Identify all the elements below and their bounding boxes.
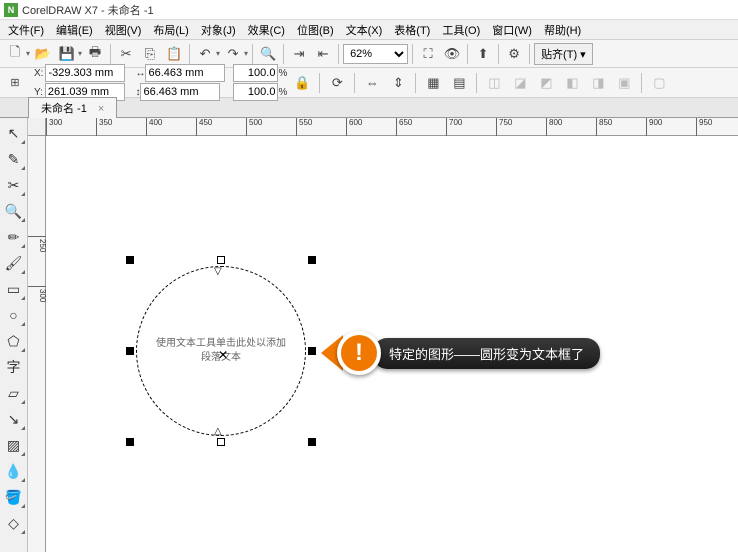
effects-tool[interactable]: ▨ bbox=[2, 433, 26, 457]
menu-view[interactable]: 视图(V) bbox=[99, 20, 148, 40]
undo-button[interactable]: ↶ bbox=[194, 43, 216, 65]
menu-layout[interactable]: 布局(L) bbox=[147, 20, 194, 40]
toolbar-property: ⊞ X: Y: ↔ ↕ % % 🔒 ⟳ ⇔ ⇕ ▦ ▤ ◫ ◪ ◩ ◧ ◨ ▣ … bbox=[0, 68, 738, 98]
center-marker-icon: ✕ bbox=[218, 348, 228, 362]
ruler-vertical[interactable]: 250 300 bbox=[28, 136, 46, 552]
rotate-button[interactable]: ⟳ bbox=[326, 72, 348, 94]
zoom-tool[interactable]: 🔍 bbox=[2, 199, 26, 223]
redo-button[interactable]: ↷ bbox=[222, 43, 244, 65]
publish-button[interactable]: ⬆ bbox=[472, 43, 494, 65]
handle-bc[interactable] bbox=[217, 438, 225, 446]
weld-button[interactable]: ◫ bbox=[483, 72, 505, 94]
ruler-origin[interactable] bbox=[28, 118, 46, 136]
paste-button[interactable]: 📋 bbox=[163, 43, 185, 65]
new-button[interactable]: 🗋 bbox=[4, 43, 26, 65]
copy-button[interactable]: ⎘ bbox=[139, 43, 161, 65]
handle-tl[interactable] bbox=[126, 256, 134, 264]
menu-window[interactable]: 窗口(W) bbox=[486, 20, 538, 40]
parallel-tool[interactable]: ▱ bbox=[2, 381, 26, 405]
handle-tc[interactable] bbox=[217, 256, 225, 264]
lock-ratio-button[interactable]: 🔒 bbox=[291, 72, 313, 94]
menu-file[interactable]: 文件(F) bbox=[2, 20, 50, 40]
text-tool[interactable]: 字 bbox=[2, 355, 26, 379]
crop-tool[interactable]: ✂ bbox=[2, 173, 26, 197]
handle-tr[interactable] bbox=[308, 256, 316, 264]
ruler-horizontal[interactable]: 300 350 400 450 500 550 600 650 700 750 … bbox=[46, 118, 738, 136]
rotate-bottom-icon[interactable]: △ bbox=[214, 426, 222, 437]
order-button[interactable]: ▤ bbox=[448, 72, 470, 94]
rectangle-tool[interactable]: ▭ bbox=[2, 277, 26, 301]
simplify-button[interactable]: ◧ bbox=[561, 72, 583, 94]
workspace: ↖ ✎ ✂ 🔍 ✏ 🖌 ▭ ○ ⬠ 字 ▱ ↘ ▨ 💧 🪣 ◇ 300 350 … bbox=[0, 118, 738, 552]
import-button[interactable]: ⇥ bbox=[288, 43, 310, 65]
page[interactable]: 使用文本工具单击此处以添加 段落文本 ▽ △ ✕ ! 特定的图形—— bbox=[46, 136, 738, 552]
width-input[interactable] bbox=[145, 64, 225, 82]
intersect-button[interactable]: ◩ bbox=[535, 72, 557, 94]
freehand-tool[interactable]: ✏ bbox=[2, 225, 26, 249]
scale-x-input[interactable] bbox=[233, 64, 278, 82]
trim-button[interactable]: ◪ bbox=[509, 72, 531, 94]
outline-tool[interactable]: ◇ bbox=[2, 511, 26, 535]
title-bar: N CorelDRAW X7 - 未命名 -1 bbox=[0, 0, 738, 20]
menu-edit[interactable]: 编辑(E) bbox=[50, 20, 99, 40]
handle-mr[interactable] bbox=[308, 347, 316, 355]
menu-bar: 文件(F) 编辑(E) 视图(V) 布局(L) 对象(J) 效果(C) 位图(B… bbox=[0, 20, 738, 40]
scale-y-input[interactable] bbox=[233, 83, 278, 101]
ellipse-tool[interactable]: ○ bbox=[2, 303, 26, 327]
preview-button[interactable]: 👁 bbox=[441, 43, 463, 65]
close-tab-icon[interactable]: × bbox=[98, 103, 104, 115]
pick-tool[interactable]: ↖ bbox=[2, 121, 26, 145]
mirror-v-button[interactable]: ⇕ bbox=[387, 72, 409, 94]
save-button[interactable]: 💾 bbox=[56, 43, 78, 65]
boundary-button[interactable]: ▢ bbox=[648, 72, 670, 94]
grid-icon[interactable]: ⊞ bbox=[4, 72, 26, 94]
handle-ml[interactable] bbox=[126, 347, 134, 355]
search-button[interactable]: 🔍 bbox=[257, 43, 279, 65]
connector-tool[interactable]: ↘ bbox=[2, 407, 26, 431]
export-button[interactable]: ⇤ bbox=[312, 43, 334, 65]
print-button[interactable]: 🖶 bbox=[84, 43, 106, 65]
snap-button[interactable]: 贴齐(T) ▾ bbox=[534, 43, 593, 65]
mirror-h-button[interactable]: ⇔ bbox=[361, 72, 383, 94]
cut-button[interactable]: ✂ bbox=[115, 43, 137, 65]
app-logo: N bbox=[4, 3, 18, 17]
menu-tools[interactable]: 工具(O) bbox=[436, 20, 486, 40]
menu-help[interactable]: 帮助(H) bbox=[538, 20, 587, 40]
doc-tab-1[interactable]: 未命名 -1 × bbox=[28, 97, 117, 118]
canvas-area[interactable]: 300 350 400 450 500 550 600 650 700 750 … bbox=[28, 118, 738, 552]
window-title: CorelDRAW X7 - 未命名 -1 bbox=[22, 2, 154, 18]
callout-badge: ! bbox=[337, 331, 381, 375]
front-minus-button[interactable]: ◨ bbox=[587, 72, 609, 94]
fill-tool[interactable]: 🪣 bbox=[2, 485, 26, 509]
polygon-tool[interactable]: ⬠ bbox=[2, 329, 26, 353]
zoom-select[interactable]: 62% bbox=[343, 44, 408, 64]
back-minus-button[interactable]: ▣ bbox=[613, 72, 635, 94]
options-button[interactable]: ⚙ bbox=[503, 43, 525, 65]
menu-table[interactable]: 表格(T) bbox=[388, 20, 436, 40]
artistic-tool[interactable]: 🖌 bbox=[2, 251, 26, 275]
handle-br[interactable] bbox=[308, 438, 316, 446]
document-tabs: 未命名 -1 × bbox=[0, 98, 738, 118]
shape-tool[interactable]: ✎ bbox=[2, 147, 26, 171]
annotation-callout: ! 特定的图形——圆形变为文本框了 bbox=[321, 331, 600, 375]
toolbox: ↖ ✎ ✂ 🔍 ✏ 🖌 ▭ ○ ⬠ 字 ▱ ↘ ▨ 💧 🪣 ◇ bbox=[0, 118, 28, 552]
rotate-top-icon[interactable]: ▽ bbox=[214, 266, 222, 277]
doc-tab-label: 未命名 -1 bbox=[41, 103, 87, 115]
fullscreen-button[interactable]: ⛶ bbox=[417, 43, 439, 65]
callout-text: 特定的图形——圆形变为文本框了 bbox=[373, 338, 600, 369]
x-input[interactable] bbox=[45, 64, 125, 82]
exclamation-icon: ! bbox=[355, 339, 363, 367]
open-button[interactable]: 📂 bbox=[32, 43, 54, 65]
height-input[interactable] bbox=[140, 83, 220, 101]
handle-bl[interactable] bbox=[126, 438, 134, 446]
menu-object[interactable]: 对象(J) bbox=[195, 20, 242, 40]
menu-text[interactable]: 文本(X) bbox=[340, 20, 389, 40]
align-button[interactable]: ▦ bbox=[422, 72, 444, 94]
menu-bitmap[interactable]: 位图(B) bbox=[291, 20, 340, 40]
eyedropper-tool[interactable]: 💧 bbox=[2, 459, 26, 483]
menu-effect[interactable]: 效果(C) bbox=[242, 20, 291, 40]
